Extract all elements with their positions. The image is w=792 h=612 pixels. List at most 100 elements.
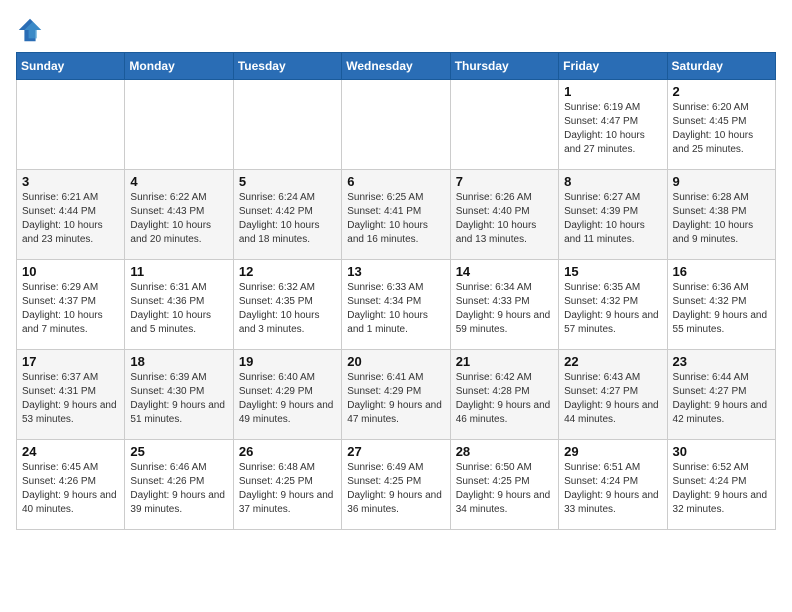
- calendar-cell: 4 Sunrise: 6:22 AM Sunset: 4:43 PM Daylig…: [125, 170, 233, 260]
- calendar-cell: [17, 80, 125, 170]
- calendar-cell: 8 Sunrise: 6:27 AM Sunset: 4:39 PM Daylig…: [559, 170, 667, 260]
- day-number: 2: [673, 84, 770, 99]
- day-number: 28: [456, 444, 553, 459]
- calendar-cell: 18Sunrise: 6:39 AM Sunset: 4:30 PM Dayli…: [125, 350, 233, 440]
- day-info: Sunrise: 6:37 AM Sunset: 4:31 PM Dayligh…: [22, 371, 119, 427]
- day-header-tuesday: Tuesday: [233, 53, 341, 80]
- day-number: 9: [673, 174, 770, 189]
- day-number: 27: [347, 444, 444, 459]
- day-info: Sunrise: 6:28 AM Sunset: 4:38 PM Dayligh…: [673, 191, 770, 247]
- day-number: 20: [347, 354, 444, 369]
- day-info: Sunrise: 6:43 AM Sunset: 4:27 PM Dayligh…: [564, 371, 661, 427]
- calendar-cell: 19 Sunrise: 6:40 AM Sunset: 4:29 PM Dayli…: [233, 350, 341, 440]
- calendar-cell: 7 Sunrise: 6:26 AM Sunset: 4:40 PM Daylig…: [450, 170, 558, 260]
- day-number: 8: [564, 174, 661, 189]
- day-number: 26: [239, 444, 336, 459]
- calendar-cell: 24 Sunrise: 6:45 AM Sunset: 4:26 PM Dayli…: [17, 440, 125, 530]
- day-info: Sunrise: 6:36 AM Sunset: 4:32 PM Dayligh…: [673, 281, 770, 337]
- day-info: Sunrise: 6:48 AM Sunset: 4:25 PM Dayligh…: [239, 461, 336, 517]
- page-header: [16, 16, 776, 44]
- calendar-cell: 26 Sunrise: 6:48 AM Sunset: 4:25 PM Dayli…: [233, 440, 341, 530]
- day-number: 14: [456, 264, 553, 279]
- calendar-cell: 16 Sunrise: 6:36 AM Sunset: 4:32 PM Dayli…: [667, 260, 775, 350]
- day-header-friday: Friday: [559, 53, 667, 80]
- day-header-saturday: Saturday: [667, 53, 775, 80]
- day-info: Sunrise: 6:26 AM Sunset: 4:40 PM Dayligh…: [456, 191, 553, 247]
- logo: [16, 16, 48, 44]
- calendar-cell: 25 Sunrise: 6:46 AM Sunset: 4:26 PM Dayli…: [125, 440, 233, 530]
- day-info: Sunrise: 6:32 AM Sunset: 4:35 PM Dayligh…: [239, 281, 336, 337]
- logo-icon: [16, 16, 44, 44]
- day-info: Sunrise: 6:45 AM Sunset: 4:26 PM Dayligh…: [22, 461, 119, 517]
- calendar-cell: 28 Sunrise: 6:50 AM Sunset: 4:25 PM Dayli…: [450, 440, 558, 530]
- day-info: Sunrise: 6:19 AM Sunset: 4:47 PM Dayligh…: [564, 101, 661, 157]
- calendar-cell: 23 Sunrise: 6:44 AM Sunset: 4:27 PM Dayli…: [667, 350, 775, 440]
- calendar-cell: 21 Sunrise: 6:42 AM Sunset: 4:28 PM Dayli…: [450, 350, 558, 440]
- day-info: Sunrise: 6:24 AM Sunset: 4:42 PM Dayligh…: [239, 191, 336, 247]
- day-info: Sunrise: 6:31 AM Sunset: 4:36 PM Dayligh…: [130, 281, 227, 337]
- calendar-cell: 12 Sunrise: 6:32 AM Sunset: 4:35 PM Dayli…: [233, 260, 341, 350]
- day-info: Sunrise: 6:42 AM Sunset: 4:28 PM Dayligh…: [456, 371, 553, 427]
- day-header-monday: Monday: [125, 53, 233, 80]
- calendar-cell: 29 Sunrise: 6:51 AM Sunset: 4:24 PM Dayli…: [559, 440, 667, 530]
- day-number: 15: [564, 264, 661, 279]
- day-header-sunday: Sunday: [17, 53, 125, 80]
- day-number: 16: [673, 264, 770, 279]
- day-number: 25: [130, 444, 227, 459]
- calendar-cell: 1 Sunrise: 6:19 AM Sunset: 4:47 PM Daylig…: [559, 80, 667, 170]
- calendar-cell: [342, 80, 450, 170]
- day-info: Sunrise: 6:20 AM Sunset: 4:45 PM Dayligh…: [673, 101, 770, 157]
- day-number: 21: [456, 354, 553, 369]
- day-info: Sunrise: 6:52 AM Sunset: 4:24 PM Dayligh…: [673, 461, 770, 517]
- calendar-cell: 11 Sunrise: 6:31 AM Sunset: 4:36 PM Dayli…: [125, 260, 233, 350]
- calendar-cell: 9 Sunrise: 6:28 AM Sunset: 4:38 PM Daylig…: [667, 170, 775, 260]
- day-number: 10: [22, 264, 119, 279]
- calendar-cell: 5Sunrise: 6:24 AM Sunset: 4:42 PM Daylig…: [233, 170, 341, 260]
- calendar-cell: 2 Sunrise: 6:20 AM Sunset: 4:45 PM Daylig…: [667, 80, 775, 170]
- day-info: Sunrise: 6:41 AM Sunset: 4:29 PM Dayligh…: [347, 371, 444, 427]
- day-info: Sunrise: 6:22 AM Sunset: 4:43 PM Dayligh…: [130, 191, 227, 247]
- day-info: Sunrise: 6:39 AM Sunset: 4:30 PM Dayligh…: [130, 371, 227, 427]
- day-number: 24: [22, 444, 119, 459]
- day-number: 4: [130, 174, 227, 189]
- calendar-cell: 15 Sunrise: 6:35 AM Sunset: 4:32 PM Dayli…: [559, 260, 667, 350]
- calendar-cell: [125, 80, 233, 170]
- day-number: 17: [22, 354, 119, 369]
- day-info: Sunrise: 6:35 AM Sunset: 4:32 PM Dayligh…: [564, 281, 661, 337]
- calendar-cell: 17 Sunrise: 6:37 AM Sunset: 4:31 PM Dayli…: [17, 350, 125, 440]
- day-info: Sunrise: 6:34 AM Sunset: 4:33 PM Dayligh…: [456, 281, 553, 337]
- calendar-cell: 30 Sunrise: 6:52 AM Sunset: 4:24 PM Dayli…: [667, 440, 775, 530]
- day-number: 1: [564, 84, 661, 99]
- day-number: 11: [130, 264, 227, 279]
- calendar-cell: 3 Sunrise: 6:21 AM Sunset: 4:44 PM Daylig…: [17, 170, 125, 260]
- day-number: 23: [673, 354, 770, 369]
- day-info: Sunrise: 6:29 AM Sunset: 4:37 PM Dayligh…: [22, 281, 119, 337]
- day-number: 7: [456, 174, 553, 189]
- calendar-cell: 10 Sunrise: 6:29 AM Sunset: 4:37 PM Dayli…: [17, 260, 125, 350]
- day-number: 13: [347, 264, 444, 279]
- day-info: Sunrise: 6:44 AM Sunset: 4:27 PM Dayligh…: [673, 371, 770, 427]
- calendar-cell: 13 Sunrise: 6:33 AM Sunset: 4:34 PM Dayli…: [342, 260, 450, 350]
- day-number: 30: [673, 444, 770, 459]
- day-info: Sunrise: 6:46 AM Sunset: 4:26 PM Dayligh…: [130, 461, 227, 517]
- day-number: 19: [239, 354, 336, 369]
- day-number: 29: [564, 444, 661, 459]
- calendar-cell: 27Sunrise: 6:49 AM Sunset: 4:25 PM Dayli…: [342, 440, 450, 530]
- day-number: 6: [347, 174, 444, 189]
- day-info: Sunrise: 6:50 AM Sunset: 4:25 PM Dayligh…: [456, 461, 553, 517]
- calendar-table: SundayMondayTuesdayWednesdayThursdayFrid…: [16, 52, 776, 530]
- calendar-cell: 20 Sunrise: 6:41 AM Sunset: 4:29 PM Dayli…: [342, 350, 450, 440]
- calendar-cell: 6 Sunrise: 6:25 AM Sunset: 4:41 PM Daylig…: [342, 170, 450, 260]
- day-header-thursday: Thursday: [450, 53, 558, 80]
- day-header-wednesday: Wednesday: [342, 53, 450, 80]
- day-number: 3: [22, 174, 119, 189]
- day-number: 12: [239, 264, 336, 279]
- day-info: Sunrise: 6:25 AM Sunset: 4:41 PM Dayligh…: [347, 191, 444, 247]
- day-number: 22: [564, 354, 661, 369]
- day-info: Sunrise: 6:33 AM Sunset: 4:34 PM Dayligh…: [347, 281, 444, 337]
- day-info: Sunrise: 6:51 AM Sunset: 4:24 PM Dayligh…: [564, 461, 661, 517]
- day-info: Sunrise: 6:40 AM Sunset: 4:29 PM Dayligh…: [239, 371, 336, 427]
- calendar-cell: [233, 80, 341, 170]
- day-info: Sunrise: 6:21 AM Sunset: 4:44 PM Dayligh…: [22, 191, 119, 247]
- day-info: Sunrise: 6:27 AM Sunset: 4:39 PM Dayligh…: [564, 191, 661, 247]
